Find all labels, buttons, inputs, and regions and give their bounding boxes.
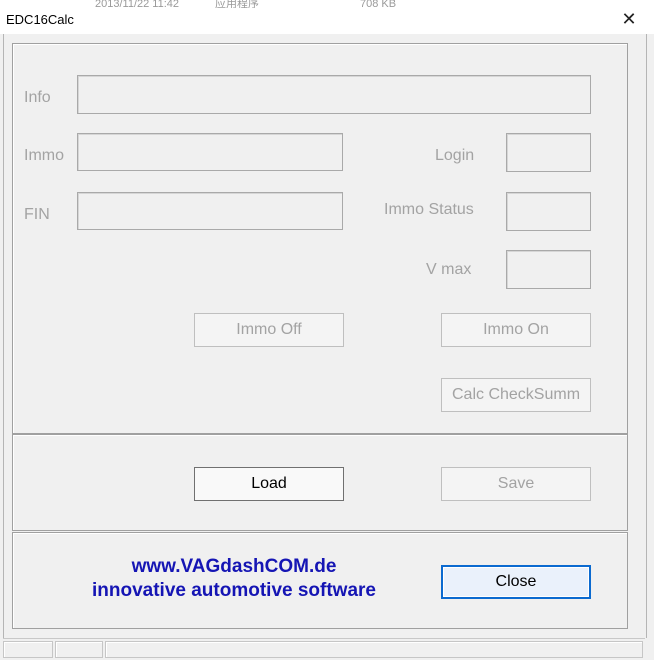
close-button[interactable]: Close [441,565,591,599]
background-window-date: 2013/11/22 11:42 [95,0,180,8]
immo-off-button-label: Immo Off [236,321,302,338]
save-button-label: Save [497,475,535,492]
status-segment [105,641,643,658]
v-max-label: V max [426,261,472,278]
fin-label: FIN [24,206,50,223]
calc-checksumm-button-label: Calc CheckSumm [451,386,581,403]
app-window: 2013/11/22 11:42 应用程序 708 KB EDC16Calc ✕… [0,0,654,660]
immo-status-field[interactable] [506,192,591,231]
v-max-field[interactable] [506,250,591,289]
status-bar [3,638,645,659]
login-label: Login [435,147,475,164]
website-url[interactable]: www.VAGdashCOM.de [44,556,424,578]
window-title: EDC16Calc [6,12,74,27]
client-area: Info Immo FIN Login Immo Status V max Im… [3,34,647,638]
close-button-label: Close [495,573,537,590]
fin-field[interactable] [77,192,343,230]
immo-on-button-label: Immo On [483,321,549,338]
close-window-icon[interactable]: ✕ [614,6,644,32]
immo-field[interactable] [77,133,343,171]
info-field[interactable] [77,75,591,114]
load-button[interactable]: Load [194,467,344,501]
background-window-type: 应用程序 [215,0,259,8]
immo-status-label: Immo Status [384,201,474,218]
immo-on-button[interactable]: Immo On [441,313,591,347]
immo-label: Immo [24,147,64,164]
calc-checksumm-button[interactable]: Calc CheckSumm [441,378,591,412]
company-tagline: innovative automotive software [91,580,376,601]
load-button-label: Load [251,475,287,492]
title-bar[interactable]: 2013/11/22 11:42 应用程序 708 KB EDC16Calc ✕ [0,0,654,34]
save-button[interactable]: Save [441,467,591,501]
login-field[interactable] [506,133,591,172]
immo-off-button[interactable]: Immo Off [194,313,344,347]
info-label: Info [24,89,51,106]
status-segment [55,641,103,658]
status-segment [3,641,53,658]
background-window-size: 708 KB [360,0,397,8]
